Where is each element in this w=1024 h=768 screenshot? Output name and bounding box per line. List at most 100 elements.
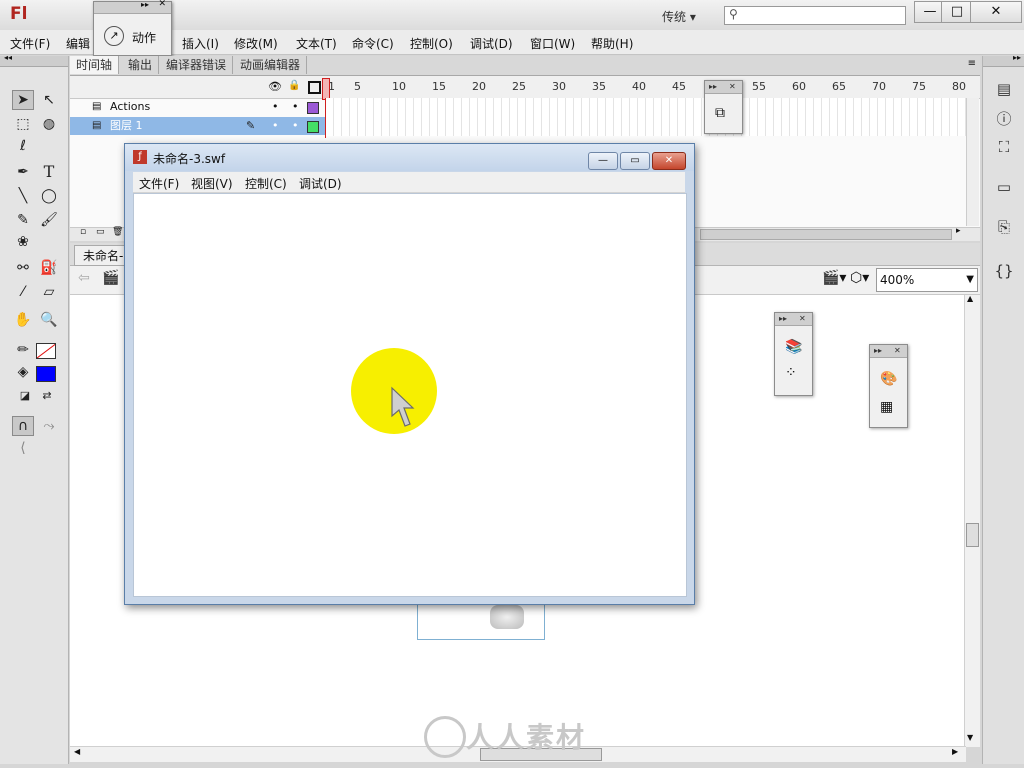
swf-close-button[interactable]: ✕ [652,152,686,170]
history-icon[interactable]: ⎘ [992,216,1016,238]
panel-header[interactable]: ▸▸ ✕ [775,313,812,326]
menu-help[interactable]: 帮助(H) [591,35,633,52]
components-icon[interactable]: ⧉ [715,105,725,121]
edit-symbols-icon[interactable]: ⬡▾ [850,270,869,286]
menu-commands[interactable]: 命令(C) [352,35,394,52]
timeline-vscroll[interactable] [966,98,979,226]
actions-panel[interactable]: ▸▸ ✕ ↗ 动作 [93,0,172,56]
scene-panel-icon[interactable]: ▭ [992,176,1016,198]
floating-panel-library[interactable]: ▸▸ ✕ 📚 ⁘ [774,312,813,396]
scroll-right-icon[interactable]: ▶ [952,747,958,756]
swf-minimize-button[interactable]: — [588,152,618,170]
stage-vscroll[interactable]: ▲ ▼ [964,294,980,747]
lock-dot[interactable]: • [292,117,299,135]
edit-scene-icon[interactable]: 🎬▾ [822,270,846,286]
maximize-button[interactable]: □ [941,1,973,23]
panel-header[interactable]: ▸▸ ✕ [870,345,907,358]
frame-ruler[interactable]: 1 5 10 15 20 25 30 35 40 45 50 55 60 65 … [326,76,976,98]
stage-object[interactable] [490,605,524,629]
chevron-down-icon[interactable]: ▼ [966,269,974,291]
floating-panel-components[interactable]: ▸▸ ✕ ⧉ [704,80,743,134]
new-layer-icon[interactable]: ▫ [80,227,86,237]
layer-name[interactable]: 图层 1 [110,117,143,135]
close-icon[interactable]: ✕ [729,82,736,91]
fill-color-icon[interactable]: ◈ [12,362,34,382]
new-folder-icon[interactable]: ▭ [96,227,105,237]
help-search-box[interactable]: ⚲ [724,6,906,25]
align-icon[interactable]: ▤ [992,78,1016,100]
layer-color-swatch[interactable] [307,121,319,133]
frame-grid[interactable] [326,98,966,136]
brush-icon[interactable]: 🖌 [38,210,60,230]
swf-player-window[interactable]: ƒ 未命名-3.swf — ▭ ✕ 文件(F) 视图(V) 控制(C) 调试(D… [124,143,695,605]
delete-layer-icon[interactable]: 🗑 [112,227,123,237]
scroll-left-icon[interactable]: ◀ [74,747,80,756]
floating-panel-color[interactable]: ▸▸ ✕ 🎨 ▦ [869,344,908,428]
straighten-icon[interactable]: ⟨ [12,438,34,458]
selection-arrow-icon[interactable]: ➤ [12,90,34,110]
tab-compiler-errors[interactable]: 编译器错误 [160,56,234,74]
pencil-icon[interactable]: ✎ [12,210,34,230]
panel-header[interactable]: ▸▸ ✕ [705,81,742,94]
outline-icon[interactable] [308,81,321,94]
swf-menu-file[interactable]: 文件(F) [139,175,179,192]
collapse-icon[interactable]: ▸▸ [141,0,149,9]
code-snippets-icon[interactable]: {} [992,260,1016,282]
info-icon[interactable]: ⓘ [992,108,1016,130]
search-input[interactable] [745,7,899,24]
menu-window[interactable]: 窗口(W) [530,35,575,52]
dock-header[interactable]: ▸▸ [983,53,1024,67]
vscroll-thumb[interactable] [966,523,979,547]
lasso-icon[interactable]: ℓ [12,136,34,156]
swatches-grid-icon[interactable]: ▦ [880,399,893,415]
expand-icon[interactable]: ▸▸ [1013,53,1021,62]
toolbox-header[interactable]: ◂◂ [0,53,68,67]
smooth-icon[interactable]: ⤳ [38,416,60,436]
tab-output[interactable]: 输出 [122,56,160,74]
timeline-hscroll-thumb[interactable] [700,229,952,240]
layer-row[interactable]: ▤ Actions • • [70,98,326,116]
eye-icon[interactable]: 👁 [268,80,282,93]
transform-icon[interactable]: ⛶ [992,136,1016,158]
eyedropper-icon[interactable]: ⁄ [12,282,34,302]
collapse-icon[interactable]: ▸▸ [709,82,717,91]
zoom-select[interactable]: 400% ▼ [876,268,978,292]
deco-icon[interactable]: ❀ [12,232,34,252]
panel-menu-icon[interactable]: ≡ [968,58,976,69]
layer-row-selected[interactable]: ▤ 图层 1 ✎ • • [70,117,326,135]
swf-menu-debug[interactable]: 调试(D) [299,175,342,192]
close-icon[interactable]: ✕ [799,314,806,323]
swf-menu-control[interactable]: 控制(C) [245,175,287,192]
visibility-dot[interactable]: • [272,117,279,135]
visibility-dot[interactable]: • [272,98,279,116]
collapse-icon[interactable]: ▸▸ [779,314,787,323]
close-icon[interactable]: ✕ [158,0,166,9]
swf-title-bar[interactable]: ƒ 未命名-3.swf — ▭ ✕ [125,144,694,171]
scroll-up-icon[interactable]: ▲ [967,294,973,303]
zoom-icon[interactable]: 🔍 [38,310,60,330]
free-transform-icon[interactable]: ⬚ [12,114,34,134]
stroke-color-swatch[interactable] [36,343,56,359]
panel-header[interactable]: ▸▸ ✕ [94,0,171,14]
tab-timeline[interactable]: 时间轴 [70,56,120,74]
menu-insert[interactable]: 插入(I) [182,35,219,52]
close-button[interactable]: ✕ [970,1,1022,23]
oval-icon[interactable]: ◯ [38,186,60,206]
text-icon[interactable]: T [38,162,60,182]
swf-maximize-button[interactable]: ▭ [620,152,650,170]
fill-color-swatch[interactable] [36,366,56,382]
menu-debug[interactable]: 调试(D) [470,35,513,52]
lock-dot[interactable]: • [292,98,299,116]
bone-icon[interactable]: ⚯ [12,258,34,278]
workspace-switcher[interactable]: 传统 ▾ [662,8,696,25]
line-icon[interactable]: ╲ [12,186,34,206]
pen-icon[interactable]: ✒ [12,162,34,182]
menu-control[interactable]: 控制(O) [410,35,453,52]
subselection-icon[interactable]: ↖ [38,90,60,110]
3d-rotation-icon[interactable]: ◍ [38,114,60,134]
snap-magnet-icon[interactable]: ∩ [12,416,34,436]
eraser-icon[interactable]: ▱ [38,282,60,302]
library-icon[interactable]: 📚 [785,339,802,355]
scroll-down-icon[interactable]: ▼ [967,733,973,742]
playhead[interactable] [322,78,330,100]
